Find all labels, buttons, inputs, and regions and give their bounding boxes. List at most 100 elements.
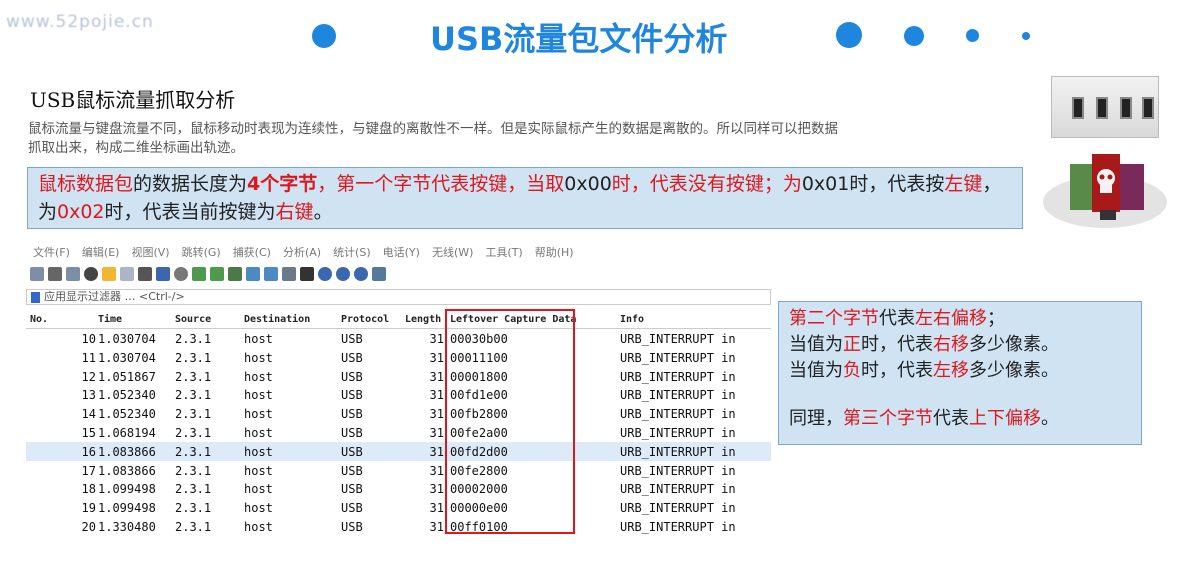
reload-icon[interactable] — [156, 267, 170, 281]
packet-cell-no: 12 — [81, 369, 96, 384]
packet-cell-len: 31 — [429, 350, 444, 365]
menu-item[interactable]: 捕获(C) — [233, 246, 271, 259]
packet-cell-src: 2.3.1 — [175, 388, 212, 403]
packet-row[interactable]: 17 1.083866 2.3.1 host USB 31 00fe2800 URB_INTE… — [26, 461, 771, 480]
menu-item[interactable]: 帮助(H) — [535, 246, 574, 259]
packet-row[interactable]: 13 1.052340 2.3.1 host USB 31 00fd1e00 URB_INTE… — [26, 385, 771, 404]
packet-cell-proto: USB — [341, 519, 363, 534]
menu-item[interactable]: 编辑(E) — [82, 246, 120, 259]
column-header[interactable]: Length — [405, 314, 441, 325]
open-file-icon[interactable] — [102, 267, 116, 281]
menu-item[interactable]: 分析(A) — [283, 246, 321, 259]
note-line: 当值为负时，代表左移多少像素。 — [789, 358, 1131, 384]
save-icon[interactable] — [120, 267, 134, 281]
packet-cell-time: 1.330480 — [98, 519, 156, 534]
menu-item[interactable]: 电话(Y) — [383, 246, 420, 259]
packet-cell-no: 11 — [81, 350, 96, 365]
packet-row[interactable]: 16 1.083866 2.3.1 host USB 31 00fd2d00 URB_INTE… — [26, 441, 771, 461]
resize-columns-icon[interactable] — [372, 267, 386, 281]
autoscroll-icon[interactable] — [282, 267, 296, 281]
packet-cell-info: URB_INTERRUPT in — [620, 519, 736, 534]
note-text: ，第一个字节代表按键，当取 — [317, 173, 565, 195]
note-text: 时，代表当前按键为 — [104, 201, 276, 223]
decor-dot — [1022, 32, 1030, 40]
column-header[interactable]: Source — [175, 314, 211, 325]
note-text: 第三个字节 — [843, 408, 933, 429]
first-packet-icon[interactable] — [246, 267, 260, 281]
go-forward-icon[interactable] — [210, 267, 224, 281]
zoom-in-icon[interactable] — [318, 267, 332, 281]
packet-cell-dst: host — [244, 425, 273, 440]
section-title: USB鼠标流量抓取分析 — [30, 88, 236, 112]
packet-cell-src: 2.3.1 — [175, 482, 212, 497]
zoom-out-icon[interactable] — [336, 267, 350, 281]
column-header[interactable]: Time — [98, 314, 122, 325]
colorize-icon[interactable] — [300, 267, 314, 281]
packet-row[interactable]: 20 1.330480 2.3.1 host USB 31 00ff0100 URB_INTE… — [26, 517, 771, 536]
packet-cell-src: 2.3.1 — [175, 332, 212, 346]
packet-cell-src: 2.3.1 — [175, 369, 212, 384]
packet-row[interactable]: 12 1.051867 2.3.1 host USB 31 00001800 URB_INTE… — [26, 367, 771, 386]
leftover-data-highlight — [445, 309, 575, 534]
packet-row[interactable]: 15 1.068194 2.3.1 host USB 31 00fe2a00 URB_INTE… — [26, 423, 771, 442]
note-text: 4个字节 — [247, 173, 318, 195]
shark-fin-start-icon[interactable] — [30, 267, 44, 281]
packet-row[interactable]: 18 1.099498 2.3.1 host USB 31 00002000 URB_INTE… — [26, 479, 771, 498]
packet-row[interactable]: 14 1.052340 2.3.1 host USB 31 00fb2800 URB_INTE… — [26, 404, 771, 423]
close-file-icon[interactable] — [138, 267, 152, 281]
menu-item[interactable]: 视图(V) — [131, 246, 169, 259]
packet-list: No. Time Source Destination Protocol Len… — [26, 309, 771, 536]
menu-item[interactable]: 工具(T) — [485, 246, 522, 259]
packet-cell-proto: USB — [341, 407, 363, 422]
column-header[interactable]: Info — [620, 314, 644, 325]
packet-cell-info: URB_INTERRUPT in — [620, 482, 736, 497]
packet-cell-len: 31 — [429, 332, 444, 346]
packet-cell-no: 19 — [81, 501, 96, 516]
decor-dot — [836, 22, 862, 48]
last-packet-icon[interactable] — [264, 267, 278, 281]
options-icon[interactable] — [84, 267, 98, 281]
restart-icon[interactable] — [66, 267, 80, 281]
packet-cell-no: 15 — [81, 425, 96, 440]
go-to-packet-icon[interactable] — [228, 267, 242, 281]
decor-dot — [966, 29, 979, 42]
note-text: 右移 — [933, 334, 969, 355]
packet-row[interactable]: 19 1.099498 2.3.1 host USB 31 00000e00 URB_INTE… — [26, 498, 771, 517]
packet-cell-src: 2.3.1 — [175, 463, 212, 478]
zoom-reset-icon[interactable] — [354, 267, 368, 281]
packet-cell-len: 31 — [429, 425, 444, 440]
note-text: ；为 — [763, 173, 802, 195]
filter-placeholder: 应用显示过滤器 … <Ctrl-/> — [44, 290, 185, 303]
usb-port-icon — [1072, 97, 1084, 119]
note-line: 同理，第三个字节代表上下偏移。 — [789, 406, 1131, 432]
display-filter-input[interactable]: 应用显示过滤器 … <Ctrl-/> — [26, 289, 771, 305]
packet-cell-dst: host — [244, 444, 273, 459]
column-header[interactable]: Protocol — [341, 314, 389, 325]
column-header[interactable]: No. — [30, 314, 48, 325]
find-icon[interactable] — [174, 267, 188, 281]
packet-cell-time: 1.051867 — [98, 369, 156, 384]
bookmark-icon[interactable] — [31, 291, 40, 303]
note-text: 。 — [313, 201, 333, 223]
menu-item[interactable]: 统计(S) — [333, 246, 371, 259]
menu-item[interactable]: 跳转(G) — [182, 246, 221, 259]
usb-port-icon — [1142, 97, 1154, 119]
note-text: 负 — [843, 360, 861, 381]
stop-icon[interactable] — [48, 267, 62, 281]
intro-paragraph: 鼠标流量与键盘流量不同，鼠标移动时表现为连续性，与键盘的离散性不一样。但是实际鼠… — [28, 121, 838, 156]
go-back-icon[interactable] — [192, 267, 206, 281]
packet-row[interactable]: 11 1.030704 2.3.1 host USB 31 00011100 URB_INTE… — [26, 348, 771, 367]
packet-cell-time: 1.068194 — [98, 425, 156, 440]
packet-cell-proto: USB — [341, 463, 363, 478]
packet-cell-len: 31 — [429, 482, 444, 497]
packet-cell-len: 31 — [429, 519, 444, 534]
note-text: 第二个字节 — [789, 308, 879, 329]
packet-row[interactable]: 10 1.030704 2.3.1 host USB 31 00030b00 URB_INTE… — [26, 329, 771, 348]
menu-item[interactable]: 无线(W) — [432, 246, 473, 259]
packet-cell-no: 18 — [81, 482, 96, 497]
packet-cell-proto: USB — [341, 482, 363, 497]
packet-cell-proto: USB — [341, 444, 363, 459]
packet-cell-dst: host — [244, 332, 273, 346]
column-header[interactable]: Destination — [244, 314, 310, 325]
menu-item[interactable]: 文件(F) — [33, 246, 70, 259]
